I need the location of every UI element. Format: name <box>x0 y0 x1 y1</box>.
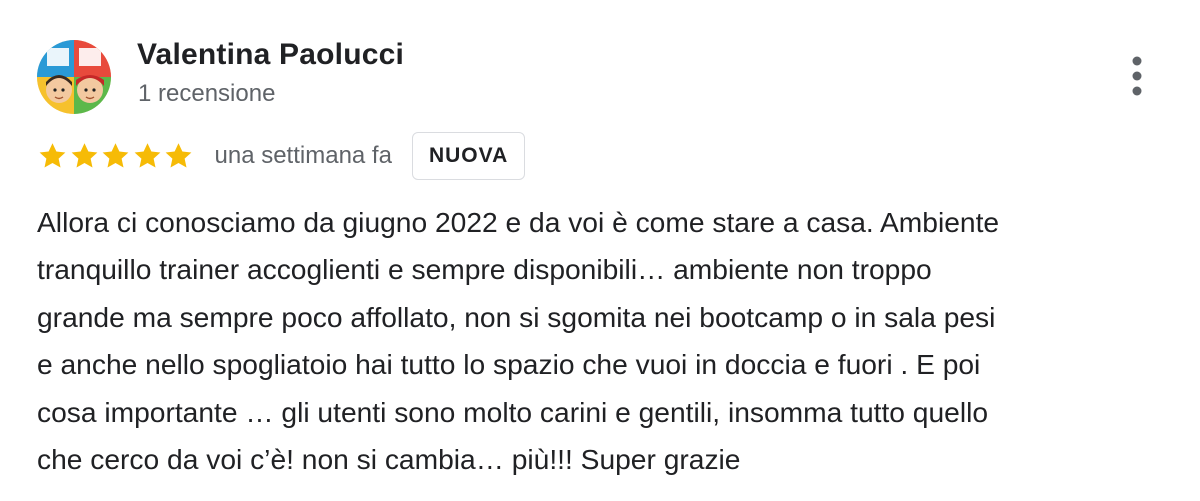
star-icon <box>71 143 97 168</box>
more-vert-icon <box>1132 56 1142 96</box>
review-date: una settimana fa <box>214 142 392 169</box>
more-options-button[interactable] <box>1122 56 1152 96</box>
review-text: Allora ci conosciamo da giugno 2022 e da… <box>37 206 1000 476</box>
star-icon <box>102 143 129 168</box>
new-badge: NUOVA <box>411 132 526 180</box>
star-icon <box>165 143 192 168</box>
avatar[interactable] <box>37 40 111 114</box>
author-review-count[interactable]: 1 recensione <box>138 80 275 108</box>
star-icon <box>39 143 66 168</box>
rating-row: una settimana fa NUOVA <box>37 130 526 182</box>
review-card: Valentina Paolucci 1 recensione una sett… <box>0 0 1200 501</box>
author-name[interactable]: Valentina Paolucci <box>137 38 404 72</box>
star-rating <box>37 141 195 171</box>
star-icon <box>134 143 160 168</box>
